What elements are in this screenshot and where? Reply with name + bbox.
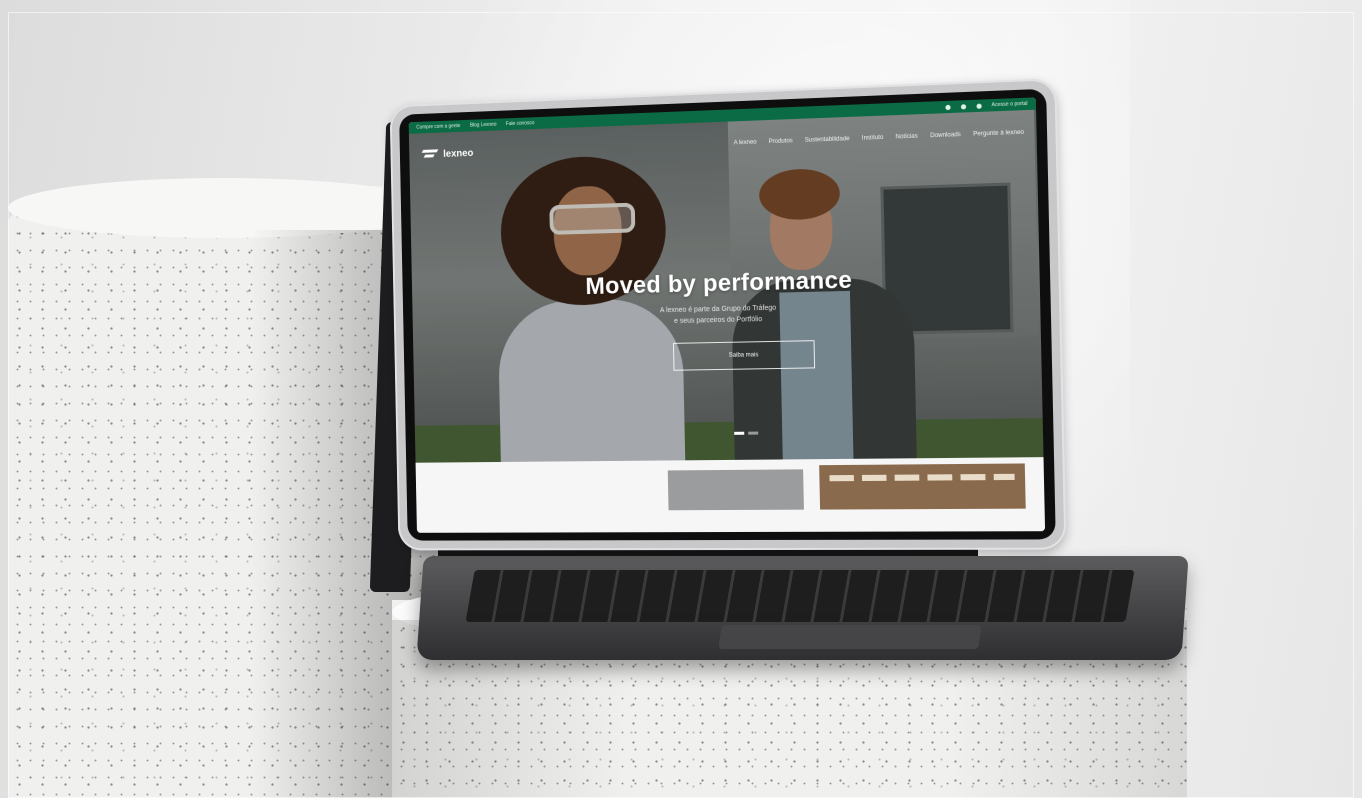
photo-frame [8, 12, 1354, 798]
photo-scene: Compre com a gente Blog Lexneo Fale cono… [0, 0, 1362, 798]
